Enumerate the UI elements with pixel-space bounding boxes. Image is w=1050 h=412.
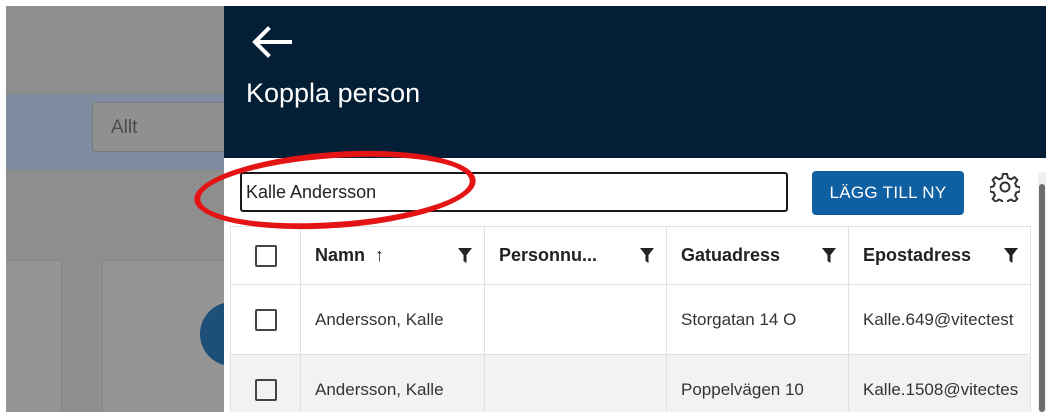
cell-name: Andersson, Kalle <box>300 284 485 355</box>
column-label: Gatuadress <box>681 245 781 265</box>
column-header-email[interactable]: Epostadress <box>848 226 1031 285</box>
persons-table: Namn ↑ Personnu... Gatuadress Epostadres… <box>230 226 1031 412</box>
cell-address: Poppelvägen 10 <box>666 354 849 412</box>
drawer-header: Koppla person <box>224 6 1046 158</box>
column-label: Epostadress <box>863 245 972 265</box>
column-header-personnummer[interactable]: Personnu... <box>484 226 667 285</box>
cell-text: Andersson, Kalle <box>315 379 444 399</box>
background-filter-select: Allt <box>92 102 232 152</box>
add-new-button[interactable]: LÄGG TILL NY <box>812 171 964 215</box>
row-checkbox[interactable] <box>254 378 277 401</box>
drawer-title: Koppla person <box>246 78 421 108</box>
column-label: Personnu... <box>499 245 598 265</box>
cell-text: Kalle.649@vitectest <box>863 309 1014 329</box>
scrollbar-thumb[interactable] <box>1039 184 1045 412</box>
filter-icon[interactable] <box>1004 247 1018 264</box>
cell-personnummer <box>484 284 667 355</box>
column-label: Namn <box>315 245 366 265</box>
screenshot-frame: Allt Koppla person LÄGG TILL NY <box>6 6 1046 412</box>
cell-email: Kalle.1508@vitectes <box>848 354 1031 412</box>
table-header-row: Namn ↑ Personnu... Gatuadress Epostadres… <box>230 226 1031 285</box>
row-checkbox[interactable] <box>254 308 277 331</box>
cell-address: Storgatan 14 O <box>666 284 849 355</box>
column-header-name[interactable]: Namn ↑ <box>300 226 485 285</box>
cell-text: Andersson, Kalle <box>315 309 444 329</box>
arrow-up-icon: ↑ <box>375 245 385 265</box>
cell-text: Storgatan 14 O <box>681 309 797 329</box>
select-all-checkbox[interactable] <box>254 244 277 267</box>
cell-text: Poppelvägen 10 <box>681 379 804 399</box>
gear-icon[interactable] <box>988 172 1022 206</box>
cell-email: Kalle.649@vitectest <box>848 284 1031 355</box>
background-card <box>6 260 62 412</box>
row-select-cell <box>230 354 301 412</box>
cell-text: Kalle.1508@vitectes <box>863 379 1019 399</box>
arrow-left-icon[interactable] <box>250 24 294 60</box>
filter-icon[interactable] <box>640 247 654 264</box>
cell-personnummer <box>484 354 667 412</box>
filter-icon[interactable] <box>822 247 836 264</box>
table-row[interactable]: Andersson, Kalle Storgatan 14 O Kalle.64… <box>230 284 1031 355</box>
column-header-address[interactable]: Gatuadress <box>666 226 849 285</box>
cell-name: Andersson, Kalle <box>300 354 485 412</box>
filter-icon[interactable] <box>458 247 472 264</box>
table-row[interactable]: Andersson, Kalle Poppelvägen 10 Kalle.15… <box>230 354 1031 412</box>
row-select-cell <box>230 284 301 355</box>
select-all-cell <box>230 226 301 285</box>
